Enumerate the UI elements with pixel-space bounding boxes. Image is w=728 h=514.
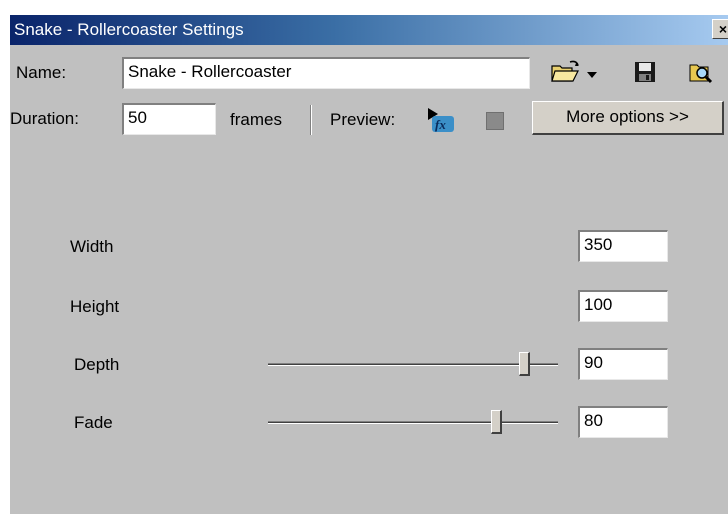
preview-fx-icon[interactable]: fx	[424, 106, 456, 134]
name-input[interactable]: Snake - Rollercoaster	[122, 57, 530, 89]
duration-input[interactable]: 50	[122, 103, 216, 135]
width-label: Width	[70, 237, 114, 256]
depth-slider-thumb[interactable]	[519, 352, 531, 376]
dropdown-arrow-icon[interactable]	[586, 67, 598, 78]
duration-label: Duration:	[10, 109, 79, 128]
fade-slider-thumb[interactable]	[491, 410, 503, 434]
name-label: Name:	[16, 63, 67, 82]
preview-label: Preview:	[330, 110, 396, 129]
settings-dialog: Snake - Rollercoaster Settings × Name: S…	[10, 15, 728, 514]
depth-slider-track[interactable]	[268, 363, 558, 366]
depth-label: Depth	[74, 355, 120, 374]
fade-input[interactable]: 80	[578, 406, 668, 438]
more-options-button[interactable]: More options >>	[532, 101, 724, 135]
toolbar-separator	[310, 105, 312, 135]
browse-icon[interactable]	[688, 59, 714, 85]
depth-input[interactable]: 90	[578, 348, 668, 380]
window-title: Snake - Rollercoaster Settings	[14, 20, 244, 39]
fade-slider-track[interactable]	[268, 421, 558, 424]
title-bar[interactable]: Snake - Rollercoaster Settings ×	[10, 15, 728, 45]
open-folder-icon[interactable]	[550, 59, 582, 85]
close-button[interactable]: ×	[712, 19, 728, 39]
svg-text:fx: fx	[435, 117, 446, 132]
width-input[interactable]: 350	[578, 230, 668, 262]
height-label: Height	[70, 297, 120, 316]
fade-label: Fade	[74, 413, 113, 432]
frames-label: frames	[230, 110, 282, 129]
height-input[interactable]: 100	[578, 290, 668, 322]
stop-icon[interactable]	[486, 112, 504, 130]
save-icon[interactable]	[634, 61, 656, 83]
